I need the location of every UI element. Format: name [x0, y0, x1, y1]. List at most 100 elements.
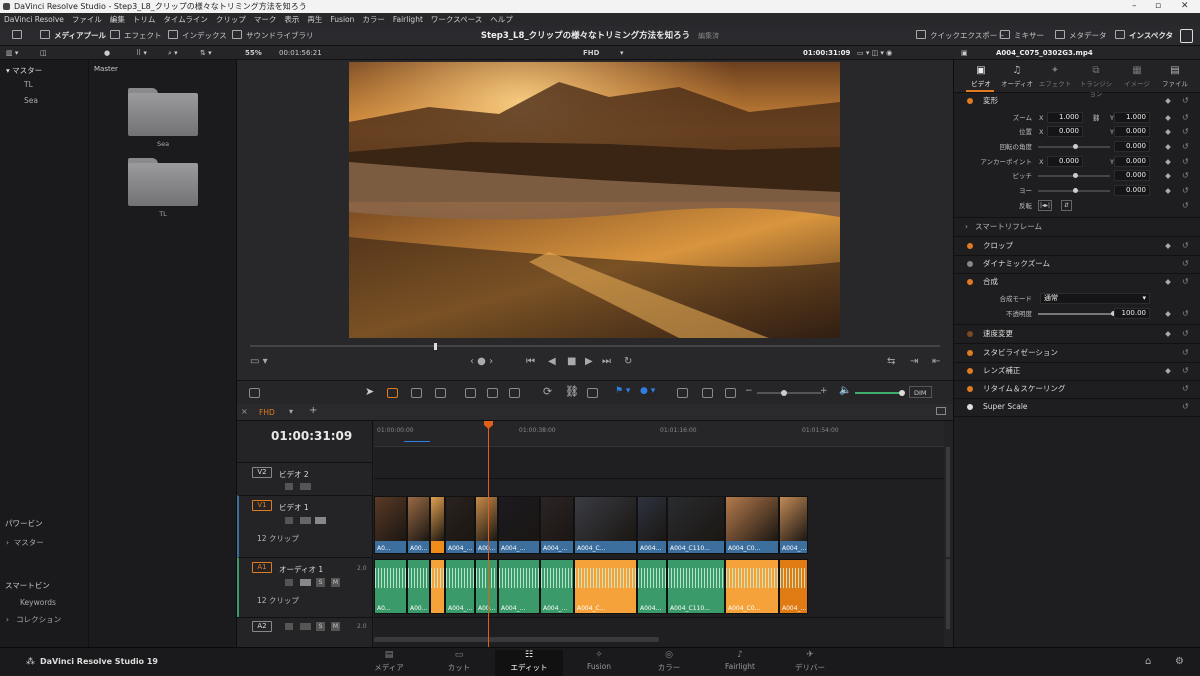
- track-v2-name[interactable]: ビデオ 2: [279, 469, 309, 480]
- selection-tool-icon[interactable]: ➤: [365, 385, 374, 398]
- audio-clip[interactable]: A004_C0...: [725, 559, 779, 614]
- flip-vertical-icon[interactable]: ⇵: [1061, 200, 1072, 211]
- video-clip[interactable]: A004_...: [540, 496, 574, 554]
- viewer-mode-icon[interactable]: ▭ ▾ ◫ ▾ ◉: [857, 46, 892, 60]
- timeline-options-icon[interactable]: [936, 407, 946, 415]
- mixer-button[interactable]: ミキサー: [1000, 26, 1044, 46]
- track-v2-id[interactable]: V2: [252, 467, 272, 478]
- video-clip[interactable]: A004_C...: [574, 496, 637, 554]
- tab-audio[interactable]: ♫ オーディオ: [998, 65, 1036, 88]
- loop-icon[interactable]: ↻: [624, 356, 632, 367]
- menu-item[interactable]: 編集: [106, 13, 129, 26]
- page-media[interactable]: ▤ メディア: [355, 650, 423, 673]
- audio-clip[interactable]: [430, 559, 445, 614]
- grid-view-icon[interactable]: ⠿ ▾: [136, 46, 147, 60]
- video-clip[interactable]: A00...: [475, 496, 498, 554]
- track-visibility-icon[interactable]: [315, 517, 326, 524]
- speaker-icon[interactable]: 🔈: [839, 385, 851, 396]
- reset-icon[interactable]: ↺: [1182, 155, 1189, 169]
- lock-icon[interactable]: [587, 388, 598, 398]
- flag-icon[interactable]: ⚑ ▾: [615, 386, 630, 396]
- track-visibility-icon[interactable]: [300, 483, 311, 490]
- chevron-down-icon[interactable]: ▾: [289, 407, 293, 416]
- menu-item[interactable]: カラー: [358, 13, 389, 26]
- gear-icon[interactable]: ⚙: [1175, 656, 1184, 667]
- menu-item[interactable]: ヘルプ: [486, 13, 517, 26]
- jog-control[interactable]: ‹ ● ›: [470, 356, 493, 367]
- zoom-full-icon[interactable]: [677, 388, 688, 398]
- next-edit-icon[interactable]: ⇥: [910, 356, 918, 367]
- audio-clip[interactable]: A00...: [475, 559, 498, 614]
- timeline-zoom-slider[interactable]: [757, 392, 821, 394]
- video-clip[interactable]: A004_...: [498, 496, 540, 554]
- close-icon[interactable]: ✕: [1181, 0, 1189, 13]
- trim-tool-icon[interactable]: [387, 388, 398, 398]
- lock-icon[interactable]: [285, 483, 293, 490]
- replace-clip-icon[interactable]: [509, 388, 520, 398]
- folder-icon[interactable]: [128, 158, 198, 206]
- video-clip[interactable]: A004_C0...: [725, 496, 779, 554]
- menu-item[interactable]: ファイル: [68, 13, 106, 26]
- zoom-y-field[interactable]: 1.000: [1114, 112, 1150, 123]
- master-bin[interactable]: ▾ マスター: [6, 65, 42, 76]
- menu-item[interactable]: トリム: [129, 13, 160, 26]
- audio-clip[interactable]: A004_...: [498, 559, 540, 614]
- volume-slider[interactable]: [855, 392, 903, 394]
- reset-icon[interactable]: ↺: [1182, 140, 1189, 154]
- timeline-ruler[interactable]: 01:00:00:00 01:00:38:00 01:01:16:00 01:0…: [374, 421, 944, 447]
- vertical-scrollbar[interactable]: [946, 559, 950, 629]
- audio-clip[interactable]: A0...: [374, 559, 407, 614]
- reset-icon[interactable]: ↺: [1182, 169, 1189, 183]
- video-frame[interactable]: [349, 62, 840, 338]
- page-cut[interactable]: ▭ カット: [425, 650, 493, 673]
- audio-clip[interactable]: A004_...: [779, 559, 808, 614]
- tab-video[interactable]: ▣ ビデオ: [962, 65, 1000, 88]
- video-clip[interactable]: [430, 496, 445, 554]
- maximize-icon[interactable]: ▫: [1155, 0, 1161, 13]
- reset-icon[interactable]: ↺: [1182, 199, 1189, 213]
- metadata-button[interactable]: メタデータ: [1055, 26, 1107, 46]
- home-icon[interactable]: ⌂: [1145, 656, 1151, 667]
- section-transform[interactable]: 変形 ↺: [954, 92, 1200, 110]
- viewer-zoom[interactable]: 55%: [245, 46, 262, 60]
- video-clip[interactable]: A004_...: [779, 496, 808, 554]
- tab-file[interactable]: ▤ ファイル: [1156, 65, 1194, 88]
- auto-select-icon[interactable]: [300, 623, 311, 630]
- position-y-field[interactable]: 0.000: [1114, 126, 1150, 137]
- power-bin-master[interactable]: › マスター: [6, 537, 44, 548]
- audio-clip[interactable]: A004_C...: [574, 559, 637, 614]
- reset-icon[interactable]: ↺: [1182, 125, 1189, 139]
- bin-item[interactable]: TL: [24, 80, 33, 89]
- opacity-field[interactable]: 100.00: [1114, 308, 1150, 319]
- timeline-playhead[interactable]: [488, 425, 489, 647]
- timeline-selector[interactable]: FHD: [583, 46, 599, 60]
- media-pool-button[interactable]: メディアプール: [40, 26, 106, 46]
- zoom-x-field[interactable]: 1.000: [1047, 112, 1083, 123]
- reset-icon[interactable]: ↺: [1182, 184, 1189, 198]
- add-timeline-icon[interactable]: +: [309, 405, 317, 416]
- track-a2-id[interactable]: A2: [252, 621, 272, 632]
- dim-button[interactable]: DIM: [909, 386, 932, 398]
- effects-button[interactable]: エフェクト: [110, 26, 162, 46]
- menu-item[interactable]: Fusion: [326, 13, 358, 26]
- section-composite[interactable]: 合成 ↺: [954, 273, 1200, 291]
- mute-button[interactable]: M: [331, 622, 340, 631]
- inspector-button[interactable]: インスペクタ: [1115, 26, 1173, 46]
- section-dynamic-zoom[interactable]: ダイナミックズーム ↺: [954, 255, 1200, 273]
- link-icon[interactable]: ⛓: [565, 385, 579, 398]
- timeline-view-icon[interactable]: [249, 388, 260, 398]
- audio-clip[interactable]: A00...: [407, 559, 430, 614]
- lock-icon[interactable]: [285, 517, 293, 524]
- yaw-knob[interactable]: [1073, 188, 1078, 193]
- composite-mode-select[interactable]: 通常 ▾: [1040, 293, 1150, 304]
- bin-item[interactable]: Sea: [24, 96, 38, 105]
- opacity-slider[interactable]: [1038, 313, 1113, 315]
- vertical-scrollbar[interactable]: [946, 447, 950, 557]
- rotation-field[interactable]: 0.000: [1114, 141, 1150, 152]
- timeline-tab[interactable]: FHD: [259, 408, 275, 417]
- reset-icon[interactable]: ↺: [1182, 111, 1189, 125]
- video-clip[interactable]: A004...: [637, 496, 667, 554]
- video-clip[interactable]: A00...: [407, 496, 430, 554]
- dynamic-trim-icon[interactable]: [411, 388, 422, 398]
- search-icon[interactable]: ⌕ ▾: [168, 46, 178, 60]
